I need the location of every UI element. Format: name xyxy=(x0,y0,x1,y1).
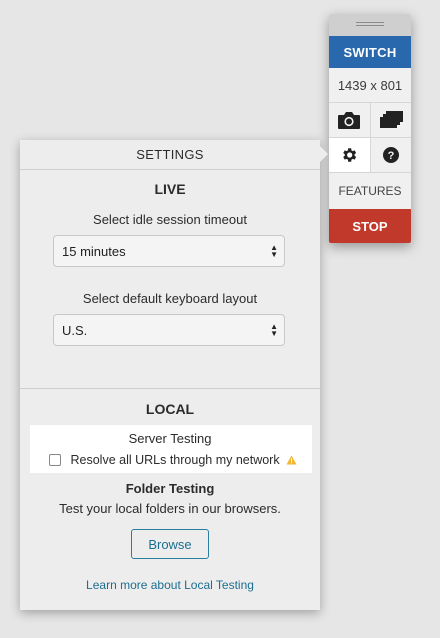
timeout-select[interactable]: 15 minutes ▲ ▼ xyxy=(53,235,285,267)
settings-button[interactable] xyxy=(329,138,370,172)
resolution-display[interactable]: 1439 x 801 xyxy=(329,68,411,103)
local-heading: LOCAL xyxy=(145,401,195,417)
browse-button[interactable]: Browse xyxy=(131,529,209,559)
multiple-screens-icon xyxy=(379,111,403,128)
learn-more-link[interactable]: Learn more about Local Testing xyxy=(20,578,320,592)
keyboard-label: Select default keyboard layout xyxy=(82,291,258,306)
timeout-label: Select idle session timeout xyxy=(93,212,247,227)
select-arrows-icon: ▲ ▼ xyxy=(270,322,278,338)
page: SWITCH 1439 x 801 ? FEATURES STOP SETTIN… xyxy=(0,0,440,638)
stop-button[interactable]: STOP xyxy=(329,209,411,243)
resolve-urls-checkbox[interactable] xyxy=(49,453,61,466)
warning-icon xyxy=(286,455,297,465)
panel-pointer xyxy=(320,146,328,162)
camera-icon xyxy=(338,112,361,129)
help-button[interactable]: ? xyxy=(369,138,411,172)
screenshot-button[interactable] xyxy=(329,103,370,137)
server-testing-title: Server Testing xyxy=(128,431,212,446)
drag-handle[interactable] xyxy=(329,14,411,36)
live-heading: LIVE xyxy=(154,181,186,197)
section-divider xyxy=(20,388,320,389)
timeout-value: 15 minutes xyxy=(62,243,126,259)
floating-toolbar: SWITCH 1439 x 801 ? FEATURES STOP xyxy=(329,14,411,243)
svg-text:?: ? xyxy=(387,150,394,162)
resolve-urls-option[interactable]: Resolve all URLs through my network xyxy=(49,452,297,467)
gear-icon xyxy=(343,148,357,162)
folder-testing-title: Folder Testing xyxy=(125,481,215,496)
multiple-screens-button[interactable] xyxy=(369,103,411,137)
resolve-urls-label: Resolve all URLs through my network xyxy=(70,452,280,467)
select-arrows-icon: ▲ ▼ xyxy=(270,243,278,259)
settings-panel: SETTINGS LIVE Select idle session timeou… xyxy=(20,140,328,610)
grip-icon xyxy=(356,22,384,28)
folder-testing-desc: Test your local folders in our browsers. xyxy=(59,501,281,516)
help-icon: ? xyxy=(382,147,399,163)
switch-button[interactable]: SWITCH xyxy=(329,36,411,68)
keyboard-value: U.S. xyxy=(62,322,88,338)
features-button[interactable]: FEATURES xyxy=(329,173,411,209)
keyboard-select[interactable]: U.S. ▲ ▼ xyxy=(53,314,285,346)
settings-title: SETTINGS xyxy=(20,140,320,170)
